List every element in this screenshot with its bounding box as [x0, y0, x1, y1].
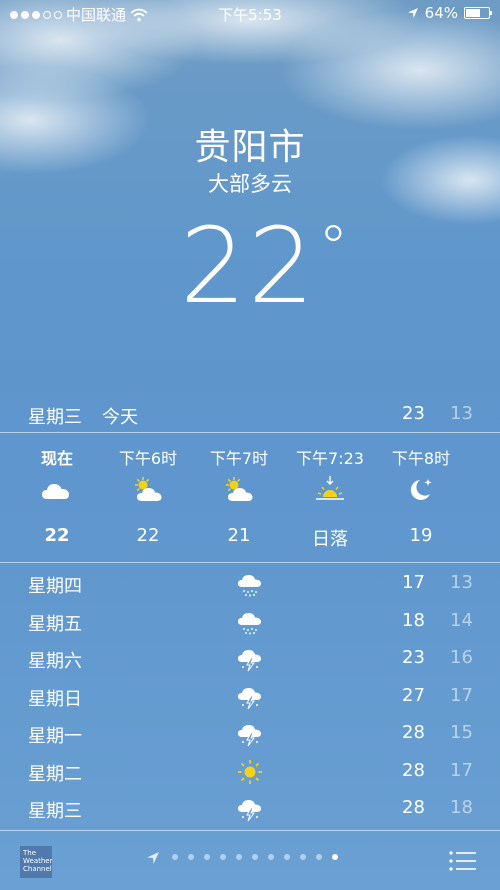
page-dot[interactable]	[172, 854, 178, 860]
sun-icon	[238, 759, 262, 784]
battery-percent: 64%	[424, 4, 458, 22]
location-arrow-icon[interactable]	[146, 851, 160, 865]
thunderstorm-icon	[238, 725, 261, 747]
daily-row: 星期五 18 14	[0, 604, 500, 641]
hour-temperature: 22	[44, 525, 70, 546]
page-dot[interactable]	[284, 854, 290, 860]
current-temperature: 22°	[180, 205, 350, 327]
partly-sunny-icon	[135, 477, 162, 501]
rain-cloud-icon	[238, 575, 261, 597]
today-label: 今天	[102, 407, 138, 428]
day-low: 17	[450, 684, 473, 706]
battery-icon	[464, 7, 492, 19]
hour-temperature: 22	[136, 525, 160, 546]
thunderstorm-icon	[238, 650, 261, 672]
thunderstorm-icon	[238, 687, 261, 709]
sunset-icon	[316, 476, 344, 500]
daily-row: 星期六 23 16	[0, 641, 500, 678]
page-dot[interactable]	[252, 854, 258, 860]
day-low: 17	[450, 759, 473, 781]
page-dot[interactable]	[188, 854, 194, 860]
city-name: 贵阳市	[194, 127, 306, 168]
hour-label: 下午7:23	[296, 449, 364, 468]
temperature-value: 22	[180, 205, 317, 327]
day-name: 星期二	[28, 763, 82, 785]
bottom-toolbar: The Weather Channel	[0, 832, 500, 890]
day-high: 18	[402, 609, 425, 631]
hour-temperature: 19	[409, 525, 433, 546]
status-right: 64%	[407, 4, 492, 22]
page-indicator[interactable]	[172, 854, 338, 860]
day-high: 17	[402, 572, 425, 593]
day-low: 13	[450, 572, 473, 593]
hour-temperature: 21	[227, 525, 251, 546]
page-dot[interactable]	[332, 854, 338, 860]
current-condition: 大部多云	[208, 172, 292, 196]
day-name: 星期三	[28, 801, 82, 822]
day-high: 23	[402, 647, 425, 668]
day-low: 15	[450, 722, 473, 743]
today-day: 星期三	[28, 407, 82, 428]
today-low: 13	[450, 403, 473, 424]
hour-label: 下午6时	[118, 449, 178, 468]
location-services-icon	[407, 8, 418, 18]
day-low: 16	[450, 647, 473, 668]
partly-sunny-icon	[226, 477, 253, 501]
thunderstorm-icon	[238, 800, 261, 822]
hour-label: 下午8时	[391, 449, 451, 468]
page-dot[interactable]	[204, 854, 210, 860]
page-dot[interactable]	[220, 854, 226, 860]
degree-symbol: °	[318, 213, 351, 283]
logo-text: The Weather Channel	[23, 849, 53, 873]
day-high: 27	[402, 684, 425, 706]
day-name: 星期六	[28, 651, 82, 672]
weather-channel-logo[interactable]: The Weather Channel	[20, 846, 52, 878]
page-dot[interactable]	[300, 854, 306, 860]
divider	[0, 562, 500, 563]
hour-label: 现在	[40, 449, 73, 468]
today-summary: 星期三 今天 23 13	[0, 401, 500, 431]
today-high: 23	[402, 403, 425, 424]
day-high: 28	[402, 759, 425, 781]
rain-cloud-icon	[238, 612, 261, 635]
divider	[0, 830, 500, 831]
daily-row: 星期二 28 17	[0, 754, 500, 791]
daily-row: 星期日 27 17	[0, 679, 500, 716]
day-low: 18	[450, 797, 473, 818]
moon-icon	[410, 479, 432, 500]
day-high: 28	[402, 722, 425, 743]
day-name: 星期一	[28, 726, 82, 747]
hour-label: 下	[467, 445, 500, 469]
cloud-icon	[42, 484, 70, 499]
day-low: 14	[450, 609, 473, 631]
hourly-forecast[interactable]: 现在 22 下午6时 22 下午7时 21 下午7:23 日落 下午8时 19	[0, 433, 500, 561]
daily-row: 星期四 17 13	[0, 566, 500, 603]
page-dot[interactable]	[316, 854, 322, 860]
day-high: 28	[402, 797, 425, 818]
hour-label: 下午7时	[209, 449, 269, 468]
daily-row: 星期一 28 15	[0, 716, 500, 753]
day-name: 星期日	[28, 688, 82, 710]
page-dot[interactable]	[268, 854, 274, 860]
day-name: 星期五	[28, 613, 82, 635]
status-bar: 中国联通 下午5:53 64%	[0, 0, 500, 28]
daily-row: 星期三 28 18	[0, 791, 500, 828]
list-icon[interactable]	[448, 850, 478, 872]
day-name: 星期四	[28, 576, 82, 597]
page-dot[interactable]	[236, 854, 242, 860]
sunset-label: 日落	[312, 529, 348, 550]
